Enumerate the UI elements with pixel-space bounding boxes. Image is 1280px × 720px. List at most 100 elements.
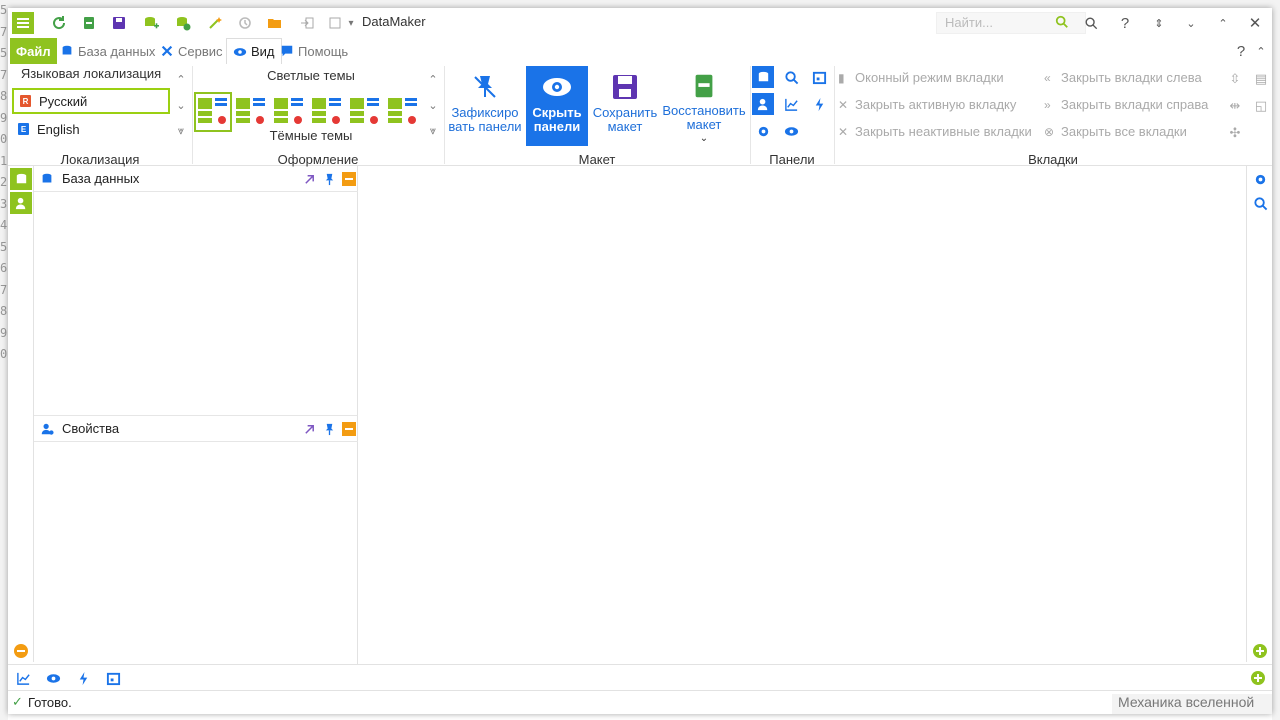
language-label: Русский: [39, 93, 88, 109]
window-title: DataMaker: [362, 14, 426, 29]
window-mode-tab-button[interactable]: ▮ Оконный режим вкладки: [838, 70, 1004, 85]
search-icon[interactable]: [1055, 15, 1069, 29]
dock-properties-button[interactable]: [10, 192, 32, 214]
panel-flash-toggle[interactable]: [808, 93, 830, 115]
panel-calendar-toggle[interactable]: [808, 66, 830, 88]
title-bar: ▾ DataMaker Найти... ? ⇕ ⌄ ⌃ ✕: [8, 8, 1272, 36]
split-vertical-icon[interactable]: ⇹: [1224, 95, 1246, 117]
refresh-icon[interactable]: [48, 12, 70, 34]
close-inactive-tabs-button[interactable]: ✕ Закрыть неактивные вкладки: [838, 124, 1032, 139]
tab-view[interactable]: Вид: [226, 38, 282, 64]
tab-service-label: Сервис: [178, 43, 223, 59]
dock-add-icon[interactable]: [1251, 671, 1265, 685]
fix-panels-button[interactable]: Зафиксиро вать панели: [446, 66, 524, 146]
help-icon[interactable]: ?: [1114, 12, 1136, 34]
search-refresh-icon[interactable]: [1080, 12, 1102, 34]
app-menu-icon[interactable]: [12, 12, 34, 34]
tab-service[interactable]: Сервис: [160, 38, 223, 64]
save-layout-button[interactable]: Сохранить макет: [590, 66, 660, 146]
dock-expand-icon[interactable]: [1253, 644, 1267, 658]
dock-calendar-button[interactable]: [102, 667, 124, 689]
light-themes-header: Светлые темы: [267, 68, 355, 83]
right-dock-strip: [1246, 166, 1272, 662]
database-panel: База данных: [34, 166, 358, 415]
close-right-label: Закрыть вкладки справа: [1061, 97, 1209, 112]
close-icon[interactable]: ✕: [1244, 12, 1266, 34]
tab-database[interactable]: База данных: [60, 38, 155, 64]
restore-layout-button[interactable]: Восстановить макет ⌄: [660, 66, 748, 146]
database-save-icon[interactable]: [78, 12, 100, 34]
dock-search-button[interactable]: [1249, 192, 1271, 214]
eye-icon: [233, 47, 247, 56]
expand-icon[interactable]: ⇕: [1148, 12, 1170, 34]
magic-wand-icon[interactable]: [204, 12, 226, 34]
theme-thumbnails-icon[interactable]: [194, 92, 424, 132]
close-left-tabs-button[interactable]: « Закрыть вкладки слева: [1044, 70, 1202, 85]
separator: [834, 66, 835, 164]
folder-open-icon[interactable]: [264, 12, 286, 34]
document-icon[interactable]: ▤: [1250, 68, 1272, 90]
ribbon-collapse-icon[interactable]: ⌃: [1250, 40, 1272, 62]
panel-pin-icon[interactable]: [322, 422, 336, 436]
window-mode-icon: ▮: [838, 70, 845, 85]
localization-header: Языковая локализация: [20, 66, 162, 81]
theme-gallery: [194, 92, 424, 132]
theme-down-icon[interactable]: ⌄: [426, 98, 440, 112]
close-all-tabs-button[interactable]: ⊗ Закрыть все вкладки: [1044, 124, 1187, 139]
dock-view-button[interactable]: [42, 667, 64, 689]
new-window-icon[interactable]: ◱: [1250, 95, 1272, 117]
gear-icon: [1255, 174, 1265, 184]
minimize-icon[interactable]: ⌄: [1180, 12, 1202, 34]
panel-properties-toggle[interactable]: [752, 93, 774, 115]
database-add-icon[interactable]: [140, 12, 162, 34]
dock-collapse-icon[interactable]: [14, 644, 28, 658]
panel-search-toggle[interactable]: [780, 66, 802, 88]
dock-flash-button[interactable]: [72, 667, 94, 689]
close-circle-icon: ⊗: [1044, 124, 1055, 139]
gallery-expand-icon[interactable]: ⩔: [174, 124, 188, 138]
panel-float-icon[interactable]: [302, 422, 316, 436]
panel-chart-toggle[interactable]: [780, 93, 802, 115]
database-clock-icon[interactable]: [172, 12, 194, 34]
language-item-english[interactable]: E English: [12, 116, 170, 142]
hide-panels-button[interactable]: Скрыть панели: [526, 66, 588, 146]
main-window: ▾ DataMaker Найти... ? ⇕ ⌄ ⌃ ✕ Файл База…: [8, 8, 1272, 714]
dock-settings-button[interactable]: [1249, 168, 1271, 190]
panel-database-toggle[interactable]: [752, 66, 774, 88]
language-item-russian[interactable]: R Русский: [12, 88, 170, 114]
database-panel-title: База данных: [62, 171, 140, 186]
panel-minimize-icon[interactable]: [342, 172, 356, 186]
close-active-label: Закрыть активную вкладку: [855, 97, 1017, 112]
split-horizontal-icon[interactable]: ⇳: [1224, 68, 1246, 90]
gallery-up-icon[interactable]: ⌃: [174, 72, 188, 86]
history-icon[interactable]: [234, 12, 256, 34]
dock-database-button[interactable]: [10, 168, 32, 190]
flag-en-icon: E: [18, 123, 29, 135]
close-inactive-label: Закрыть неактивные вкладки: [855, 124, 1032, 139]
panel-settings-toggle[interactable]: [752, 120, 774, 142]
tab-help[interactable]: Помощь: [280, 38, 348, 64]
panel-float-icon[interactable]: [302, 172, 316, 186]
panel-view-toggle[interactable]: [780, 120, 802, 142]
restore-dropdown-icon[interactable]: ⌄: [700, 132, 708, 146]
flash-icon: [79, 671, 87, 685]
properties-icon: [757, 98, 767, 110]
eye-icon: [784, 126, 798, 136]
theme-expand-icon[interactable]: ⩔: [426, 124, 440, 138]
save-icon[interactable]: [108, 12, 130, 34]
chevron-down-icon[interactable]: ▾: [340, 12, 362, 34]
theme-up-icon[interactable]: ⌃: [426, 72, 440, 86]
import-icon[interactable]: [296, 12, 318, 34]
gallery-down-icon[interactable]: ⌄: [174, 98, 188, 112]
ribbon-help-icon[interactable]: ?: [1230, 40, 1252, 62]
panel-pin-icon[interactable]: [322, 172, 336, 186]
dock-chart-button[interactable]: [12, 667, 34, 689]
tab-file[interactable]: Файл: [10, 38, 57, 64]
calendar-icon: [812, 71, 826, 84]
maximize-icon[interactable]: ⌃: [1212, 12, 1234, 34]
save-icon: [613, 75, 637, 99]
panel-minimize-icon[interactable]: [342, 422, 356, 436]
close-active-tab-button[interactable]: ✕ Закрыть активную вкладку: [838, 97, 1016, 112]
move-icon[interactable]: ✣: [1224, 122, 1246, 144]
close-right-tabs-button[interactable]: » Закрыть вкладки справа: [1044, 97, 1208, 112]
